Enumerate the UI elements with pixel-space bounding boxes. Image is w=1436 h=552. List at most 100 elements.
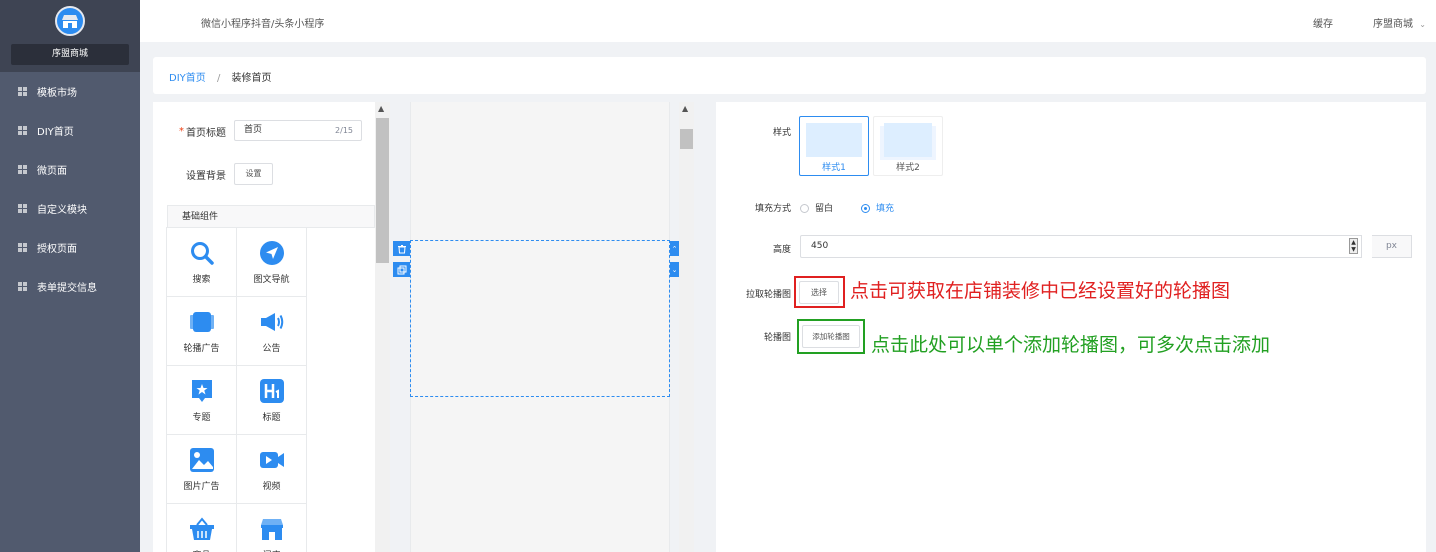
style-2-thumbnail: [884, 123, 932, 157]
height-input[interactable]: 450 ▲ ▼: [800, 235, 1362, 258]
breadcrumb-separator: /: [216, 73, 221, 84]
chevron-down-icon: ⌄: [1419, 20, 1426, 29]
delete-module-button[interactable]: [393, 241, 410, 256]
page-title-value: 首页: [244, 125, 263, 135]
grid-icon: [18, 204, 27, 213]
topic-icon: [191, 379, 212, 402]
fill-option-fill[interactable]: 填充: [861, 201, 894, 214]
preview-scrollbar[interactable]: [679, 102, 694, 552]
sidebar-item-label: DIY首页: [37, 127, 74, 138]
height-label: 高度: [772, 245, 791, 255]
style-1-thumbnail: [806, 123, 862, 157]
grid-icon: [18, 243, 27, 252]
grid-icon: [18, 126, 27, 135]
sidebar-item-label: 授权页面: [37, 244, 77, 255]
component-label: 专题: [192, 412, 211, 423]
style-option-label: 样式2: [896, 163, 920, 173]
component-video[interactable]: 视频: [236, 434, 307, 504]
required-mark: *: [179, 126, 184, 137]
user-menu[interactable]: 序盟商城 ⌄: [1373, 15, 1426, 30]
preview-scroll-thumb[interactable]: [680, 129, 693, 149]
shop-logo-icon: [55, 6, 85, 36]
set-background-button[interactable]: 设置: [234, 163, 273, 185]
preview-scroll-up-icon[interactable]: ▲: [682, 104, 688, 113]
height-stepper[interactable]: ▲ ▼: [1349, 238, 1358, 254]
store-icon: [260, 518, 283, 540]
copy-icon: [397, 265, 406, 274]
component-label: 门店: [262, 548, 280, 552]
chevron-down-icon: ⌄: [671, 265, 678, 274]
component-label: 搜索: [192, 274, 211, 285]
style-label: 样式: [772, 128, 791, 138]
component-heading[interactable]: 标题: [236, 365, 307, 435]
annotation-select: 点击可获取在店铺装修中已经设置好的轮播图: [850, 280, 1231, 302]
copy-module-button[interactable]: [393, 262, 410, 277]
image-ad-icon: [189, 447, 214, 472]
sidebar-item-form-submissions[interactable]: 表单提交信息: [0, 267, 140, 306]
sidebar-item-label: 微页面: [37, 166, 67, 177]
announcement-icon: [260, 312, 283, 331]
product-basket-icon: [189, 516, 214, 540]
fill-option-label: 留白: [815, 204, 834, 214]
background-label: 设置背景: [186, 171, 226, 182]
component-label: 商品: [192, 548, 210, 552]
grid-icon: [18, 87, 27, 96]
sidebar-item-custom-module[interactable]: 自定义模块: [0, 189, 140, 228]
tab-douyin-miniprogram[interactable]: 抖音/头条小程序: [251, 15, 324, 30]
height-value: 450: [811, 241, 829, 251]
component-label: 轮播广告: [183, 343, 220, 354]
sidebar-item-label: 表单提交信息: [37, 283, 97, 294]
carousel-label: 轮播图: [763, 333, 791, 343]
fill-mode-label: 填充方式: [754, 204, 791, 214]
sidebar-item-label: 自定义模块: [37, 205, 87, 216]
radio-blank[interactable]: [800, 204, 809, 213]
fetch-carousel-label: 拉取轮播图: [745, 290, 791, 300]
annotation-add: 点击此处可以单个添加轮播图，可多次点击添加: [871, 334, 1271, 356]
style-option-1[interactable]: 样式1: [799, 116, 869, 176]
sidebar-item-template-market[interactable]: 模板市场: [0, 72, 140, 111]
move-down-button[interactable]: ⌄: [670, 262, 679, 277]
bg-label-row: 设置背景: [186, 167, 226, 182]
fill-option-blank[interactable]: 留白: [800, 201, 833, 214]
trash-icon: [397, 244, 406, 253]
page-title-input[interactable]: 首页 2/15: [234, 120, 362, 141]
component-search[interactable]: 搜索: [166, 227, 237, 297]
component-panel-scroll-thumb[interactable]: [376, 118, 389, 263]
component-label: 标题: [262, 412, 281, 423]
grid-icon: [18, 282, 27, 291]
breadcrumb: DIY首页 / 装修首页: [153, 57, 1426, 94]
component-product[interactable]: 商品: [166, 503, 237, 552]
component-label: 视频: [262, 481, 281, 492]
highlight-box-select: [794, 276, 845, 308]
component-label: 公告: [262, 343, 281, 354]
logo-area: 序盟商城: [0, 0, 140, 72]
component-image-nav[interactable]: 图文导航: [236, 227, 307, 297]
component-image-ad[interactable]: 图片广告: [166, 434, 237, 504]
cache-button[interactable]: 缓存: [1313, 15, 1333, 30]
heading-icon: [259, 378, 284, 403]
selected-carousel-module[interactable]: [410, 240, 670, 397]
component-grid: 搜索 图文导航 轮播广告 公告 专题 标题 图片广告 视频: [166, 227, 307, 552]
user-name: 序盟商城: [1373, 19, 1413, 30]
shop-name: 序盟商城: [11, 44, 129, 65]
component-store[interactable]: 门店: [236, 503, 307, 552]
component-topic[interactable]: 专题: [166, 365, 237, 435]
component-carousel[interactable]: 轮播广告: [166, 296, 237, 366]
title-label-row: * 首页标题: [179, 124, 226, 139]
scroll-up-icon[interactable]: ▲: [378, 104, 384, 113]
title-label: 首页标题: [186, 128, 226, 139]
style-option-2[interactable]: 样式2: [873, 116, 943, 176]
component-panel: * 首页标题 首页 2/15 设置背景 设置 基础组件 搜索 图文导航 轮播广告…: [153, 102, 375, 552]
tab-wechat-miniprogram[interactable]: 微信小程序: [201, 15, 251, 30]
breadcrumb-diy-home[interactable]: DIY首页: [169, 73, 206, 84]
move-up-button[interactable]: ⌃: [670, 241, 679, 256]
chevron-up-icon: ⌃: [671, 244, 678, 253]
sidebar-item-diy-home[interactable]: DIY首页: [0, 111, 140, 150]
top-header: 微信小程序 抖音/头条小程序 缓存 序盟商城 ⌄: [140, 0, 1436, 42]
breadcrumb-current: 装修首页: [231, 73, 272, 84]
sidebar: 序盟商城 模板市场 DIY首页 微页面 自定义模块 授权页面 表单提交信息: [0, 0, 140, 552]
sidebar-item-auth-page[interactable]: 授权页面: [0, 228, 140, 267]
sidebar-item-micro-page[interactable]: 微页面: [0, 150, 140, 189]
radio-fill[interactable]: [861, 204, 870, 213]
component-notice[interactable]: 公告: [236, 296, 307, 366]
